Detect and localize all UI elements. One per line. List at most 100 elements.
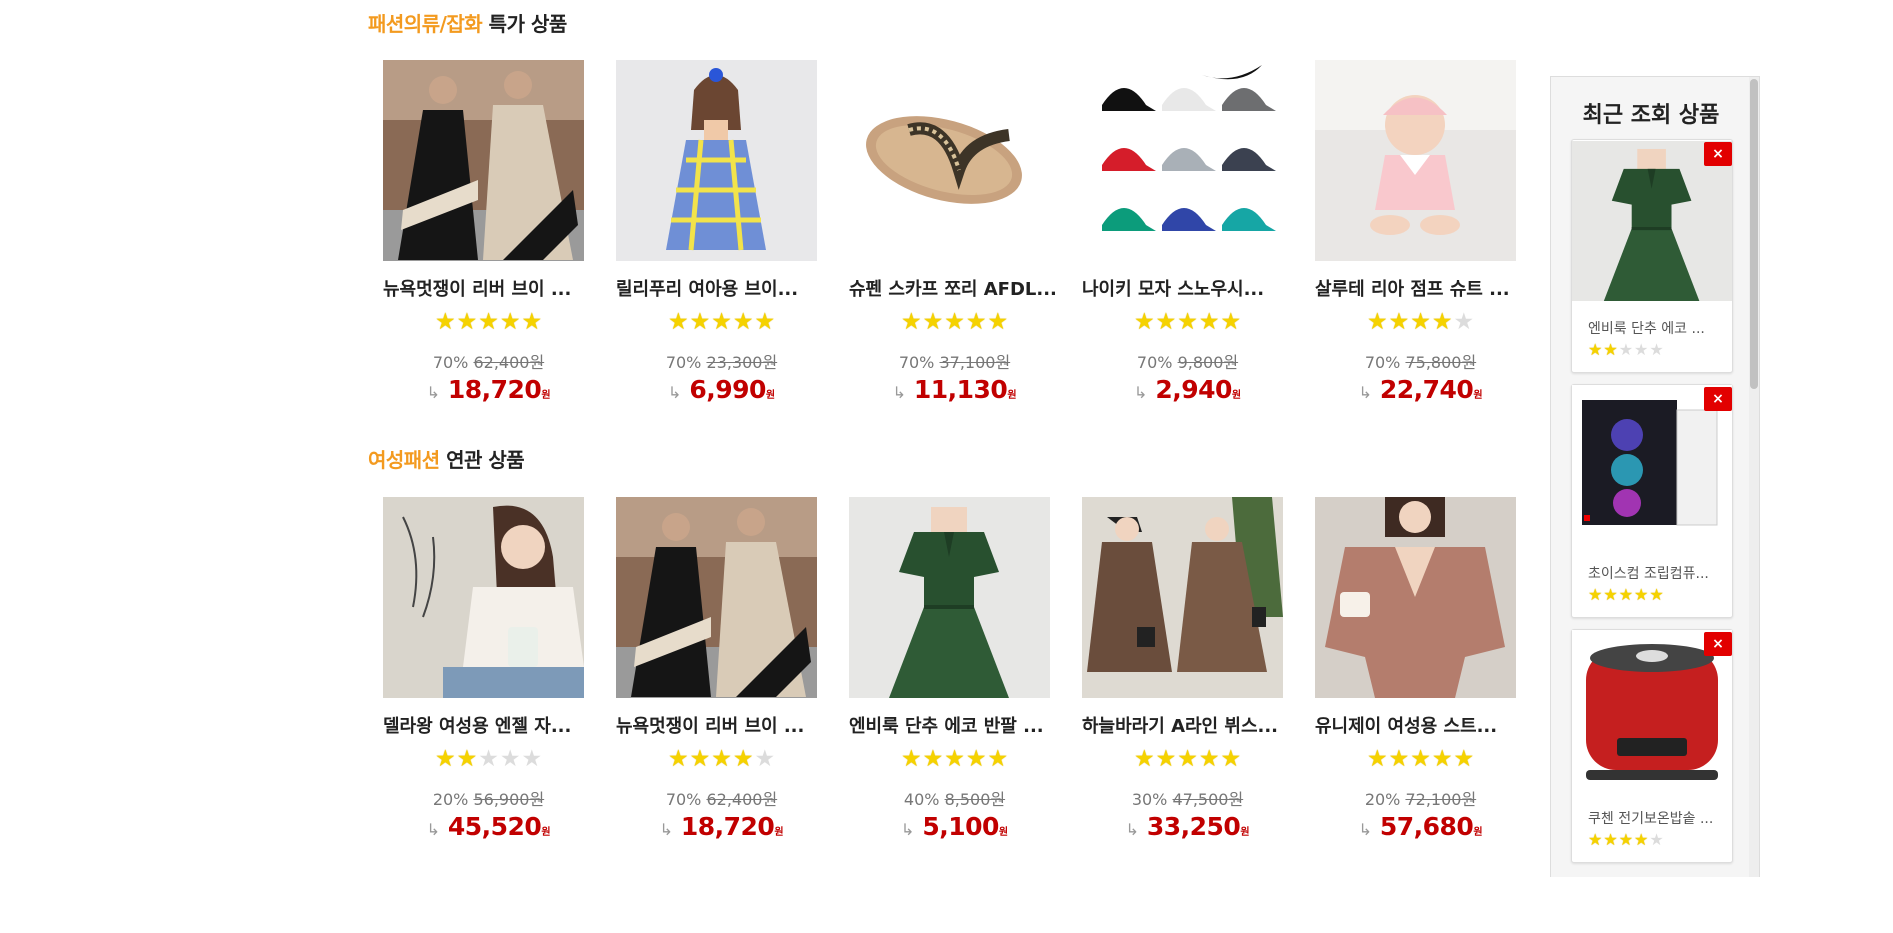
product-name[interactable]: 슈펜 스카프 쪼리 AFDL... — [838, 275, 1059, 301]
product-image[interactable] — [616, 497, 817, 698]
product-name[interactable]: 나이키 모자 스노우시... — [1071, 275, 1292, 301]
currency-unit: 원 — [998, 827, 1009, 838]
recent-product-rating: ★ ★ ★ ★ ★ — [1588, 830, 1664, 849]
product-name[interactable]: 뉴욕멋쟁이 리버 브이 ... — [605, 712, 826, 738]
final-price: 18,720 — [680, 812, 775, 841]
product-name[interactable]: 엔비룩 단추 에코 반팔 ... — [838, 712, 1059, 738]
product-rating: ★ ★ ★ ★ ★ — [372, 309, 605, 335]
price-info: 70% 62,400원 — [372, 349, 605, 373]
rating-star-icon: ★ — [1588, 340, 1603, 359]
product-image[interactable] — [849, 497, 1050, 698]
price-info: 20% 72,100원 — [1304, 786, 1537, 810]
product-name[interactable]: 뉴욕멋쟁이 리버 브이 ... — [372, 275, 593, 301]
product-name[interactable]: 델라왕 여성용 엔젤 자... — [372, 712, 593, 738]
product-name[interactable]: 살루테 리아 점프 슈트 ... — [1304, 275, 1525, 301]
arrow-icon: ↳ — [1358, 383, 1372, 402]
rating-star-icon: ★ — [1431, 746, 1453, 772]
rating-star-icon: ★ — [922, 746, 944, 772]
remove-button[interactable]: × — [1704, 142, 1732, 166]
rating-star-icon: ★ — [1431, 309, 1453, 335]
product-image[interactable] — [383, 497, 584, 698]
currency-unit: 원 — [774, 827, 784, 838]
product-image[interactable] — [1315, 497, 1516, 698]
rating-star-icon: ★ — [1366, 309, 1388, 335]
final-price: 18,720 — [447, 375, 542, 404]
rating-star-icon: ★ — [478, 309, 499, 335]
product-card[interactable]: 슈펜 스카프 쪼리 AFDL... ★ ★ ★ ★ ★ 70% 37,100원 ↳ 11… — [838, 60, 1071, 404]
final-price-row: ↳ 22,740원 — [1304, 375, 1537, 404]
product-name[interactable]: 하늘바라기 A라인 뷔스... — [1071, 712, 1292, 738]
rating-star-icon: ★ — [732, 746, 754, 772]
rating-star-icon: ★ — [1649, 585, 1664, 604]
product-image[interactable] — [1082, 60, 1283, 261]
rating-star-icon: ★ — [499, 746, 521, 772]
rating-star-icon: ★ — [1618, 585, 1634, 604]
rating-star-icon: ★ — [1453, 309, 1475, 335]
rating-star-icon: ★ — [1603, 340, 1618, 359]
product-card[interactable]: 뉴욕멋쟁이 리버 브이 ... ★ ★ ★ ★ ★ 70% 62,400원 ↳ 18,7… — [605, 497, 838, 841]
final-price-row: ↳ 18,720원 — [605, 812, 838, 841]
recent-product-name[interactable]: 엔비룩 단추 에코 ... — [1588, 318, 1718, 338]
remove-button[interactable]: × — [1704, 387, 1732, 411]
recent-product-card[interactable]: × 초이스컴 조립컴퓨... ★ ★ ★ ★ ★ — [1571, 384, 1733, 618]
product-name[interactable]: 유니제이 여성용 스트... — [1304, 712, 1525, 738]
original-price: 23,300원 — [706, 353, 778, 372]
product-rating: ★ ★ ★ ★ ★ — [838, 309, 1071, 335]
rating-star-icon: ★ — [1649, 830, 1664, 849]
discount-rate: 70% — [1136, 353, 1173, 372]
product-image[interactable] — [616, 60, 817, 261]
rating-star-icon: ★ — [478, 746, 499, 772]
recent-product-card[interactable]: × 쿠첸 전기보온밥솥 ... ★ ★ ★ ★ ★ — [1571, 629, 1733, 863]
recent-product-card[interactable]: × 엔비룩 단추 에코 ... ★ ★ ★ ★ ★ — [1571, 139, 1733, 373]
product-image[interactable] — [1315, 60, 1516, 261]
rating-star-icon: ★ — [1618, 340, 1634, 359]
rating-star-icon: ★ — [1588, 830, 1603, 849]
product-card[interactable]: 릴리푸리 여아용 브이... ★ ★ ★ ★ ★ 70% 23,300원 ↳ 6,990… — [605, 60, 838, 404]
product-card[interactable]: 살루테 리아 점프 슈트 ... ★ ★ ★ ★ ★ 70% 75,800원 ↳ 22,… — [1304, 60, 1537, 404]
rating-star-icon: ★ — [987, 746, 1009, 772]
product-image[interactable] — [1082, 497, 1283, 698]
product-card[interactable]: 유니제이 여성용 스트... ★ ★ ★ ★ ★ 20% 72,100원 ↳ 57,68… — [1304, 497, 1537, 841]
rating-star-icon: ★ — [1133, 309, 1155, 335]
product-rating: ★ ★ ★ ★ ★ — [605, 746, 838, 772]
sidebar-title: 최근 조회 상품 — [1582, 103, 1720, 128]
rating-star-icon: ★ — [1618, 830, 1634, 849]
sidebar-scrollbar[interactable] — [1749, 77, 1759, 877]
section-category-link[interactable]: 여성패션 — [368, 448, 440, 472]
original-price: 9,800원 — [1177, 353, 1239, 372]
final-price-row: ↳ 5,100원 — [838, 812, 1071, 841]
discount-rate: 70% — [432, 353, 469, 372]
scrollbar-thumb[interactable] — [1750, 79, 1758, 389]
product-grid-related: 델라왕 여성용 엔젤 자... ★ ★ ★ ★ ★ 20% 56,900원 ↳ 45,5… — [372, 497, 1537, 841]
recent-product-name[interactable]: 초이스컴 조립컴퓨... — [1588, 563, 1718, 583]
rating-star-icon: ★ — [1198, 746, 1220, 772]
recent-product-rating: ★ ★ ★ ★ ★ — [1588, 340, 1664, 359]
product-card[interactable]: 하늘바라기 A라인 뷔스... ★ ★ ★ ★ ★ 30% 47,500원 ↳ 33,2… — [1071, 497, 1304, 841]
product-card[interactable]: 나이키 모자 스노우시... ★ ★ ★ ★ ★ 70% 9,800원 ↳ 2,940원 — [1071, 60, 1304, 404]
recent-products-sidebar: 최근 조회 상품 × 엔비룩 단추 에코 ... ★ ★ ★ ★ ★ × 초이스컴 조립… — [1550, 76, 1760, 877]
final-price: 5,100 — [922, 812, 999, 841]
price-info: 70% 75,800원 — [1304, 349, 1537, 373]
original-price: 37,100원 — [939, 353, 1011, 372]
arrow-icon: ↳ — [892, 383, 906, 402]
original-price: 75,800원 — [1405, 353, 1477, 372]
section-category-link[interactable]: 패션의류/잡화 — [368, 12, 483, 36]
section-title-related: 여성패션 연관 상품 — [368, 448, 525, 472]
recent-product-name[interactable]: 쿠첸 전기보온밥솥 ... — [1588, 808, 1718, 828]
product-image[interactable] — [383, 60, 584, 261]
rating-star-icon: ★ — [1198, 309, 1220, 335]
product-name[interactable]: 릴리푸리 여아용 브이... — [605, 275, 826, 301]
final-price: 2,940 — [1155, 375, 1232, 404]
arrow-icon: ↳ — [900, 820, 915, 839]
product-image[interactable] — [849, 60, 1050, 261]
product-card[interactable]: 델라왕 여성용 엔젤 자... ★ ★ ★ ★ ★ 20% 56,900원 ↳ 45,5… — [372, 497, 605, 841]
remove-button[interactable]: × — [1704, 632, 1732, 656]
price-info: 70% 62,400원 — [605, 786, 838, 810]
arrow-icon: ↳ — [1125, 820, 1139, 839]
final-price: 57,680 — [1379, 812, 1474, 841]
product-card[interactable]: 뉴욕멋쟁이 리버 브이 ... ★ ★ ★ ★ ★ 70% 62,400원 ↳ 18,7… — [372, 60, 605, 404]
product-rating: ★ ★ ★ ★ ★ — [838, 746, 1071, 772]
final-price: 11,130 — [913, 375, 1008, 404]
product-card[interactable]: 엔비룩 단추 에코 반팔 ... ★ ★ ★ ★ ★ 40% 8,500원 ↳ 5,10… — [838, 497, 1071, 841]
rating-star-icon: ★ — [900, 746, 922, 772]
